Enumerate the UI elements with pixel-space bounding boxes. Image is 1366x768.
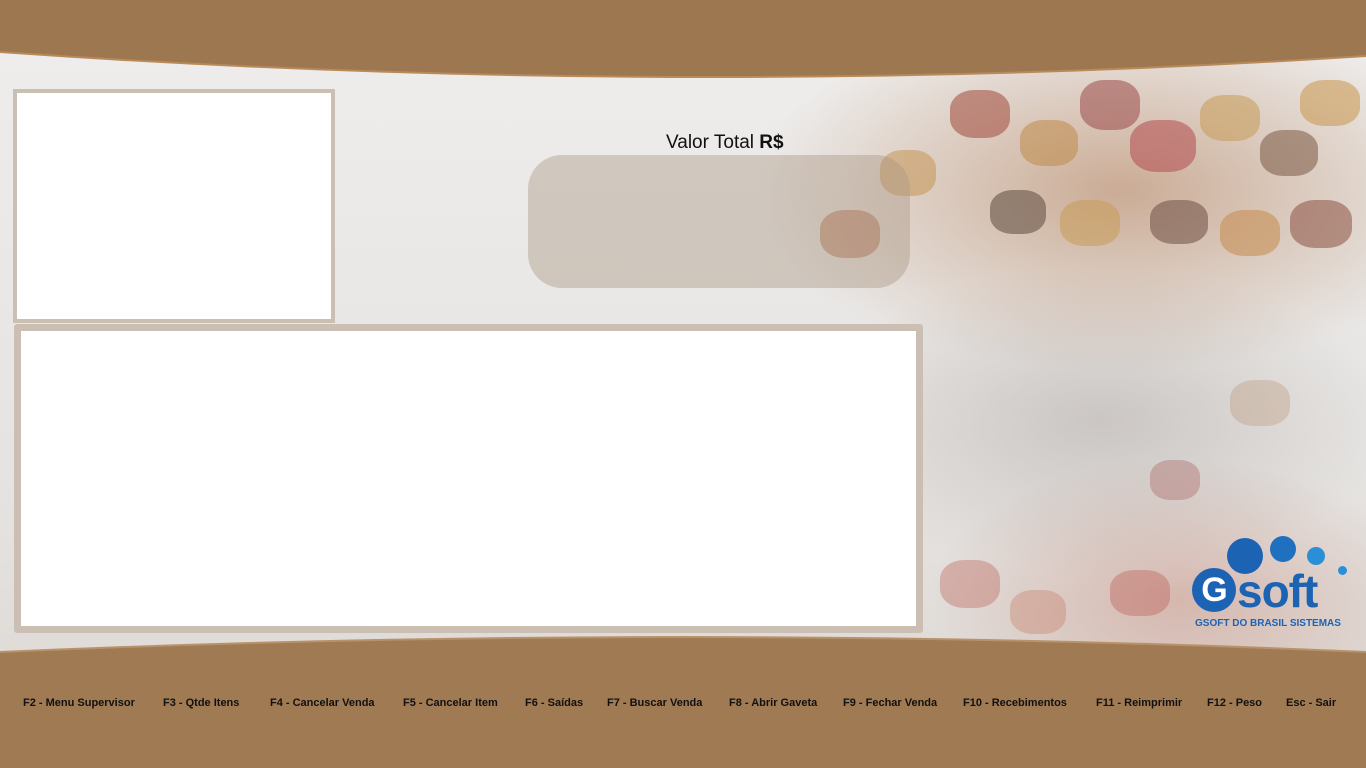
fkey-f2-menu-supervisor[interactable]: F2 - Menu Supervisor	[23, 697, 135, 709]
top-band	[0, 0, 1366, 80]
function-key-bar: F2 - Menu Supervisor F3 - Qtde Itens F4 …	[0, 697, 1366, 713]
total-value-label: Valor Total R$	[666, 132, 784, 154]
logo-wordmark: Gsoft	[1192, 565, 1318, 617]
logo-g-circle: G	[1192, 568, 1236, 612]
logo-dot-medium	[1270, 536, 1296, 562]
logo-dot-tiny	[1338, 566, 1347, 575]
fkey-f6-saidas[interactable]: F6 - Saídas	[525, 697, 583, 709]
fkey-f3-qtde-itens[interactable]: F3 - Qtde Itens	[163, 697, 239, 709]
sale-items-list[interactable]	[14, 324, 923, 633]
fkey-f4-cancelar-venda[interactable]: F4 - Cancelar Venda	[270, 697, 375, 709]
fkey-f5-cancelar-item[interactable]: F5 - Cancelar Item	[403, 697, 498, 709]
fkey-f12-peso[interactable]: F12 - Peso	[1207, 697, 1262, 709]
fkey-f8-abrir-gaveta[interactable]: F8 - Abrir Gaveta	[729, 697, 817, 709]
logo-dot-small	[1307, 547, 1325, 565]
fkey-f10-recebimentos[interactable]: F10 - Recebimentos	[963, 697, 1067, 709]
currency-symbol: R$	[759, 132, 784, 153]
gsoft-logo: Gsoft GSOFT DO BRASIL SISTEMAS	[1186, 532, 1352, 632]
total-label-text: Valor Total	[666, 132, 760, 153]
product-image-panel	[13, 89, 335, 323]
logo-tagline: GSOFT DO BRASIL SISTEMAS	[1195, 618, 1341, 629]
fkey-esc-sair[interactable]: Esc - Sair	[1286, 697, 1336, 709]
fkey-f11-reimprimir[interactable]: F11 - Reimprimir	[1096, 697, 1182, 709]
total-value-display	[528, 155, 910, 288]
fkey-f9-fechar-venda[interactable]: F9 - Fechar Venda	[843, 697, 937, 709]
fkey-f7-buscar-venda[interactable]: F7 - Buscar Venda	[607, 697, 702, 709]
logo-word-soft: soft	[1237, 565, 1318, 617]
